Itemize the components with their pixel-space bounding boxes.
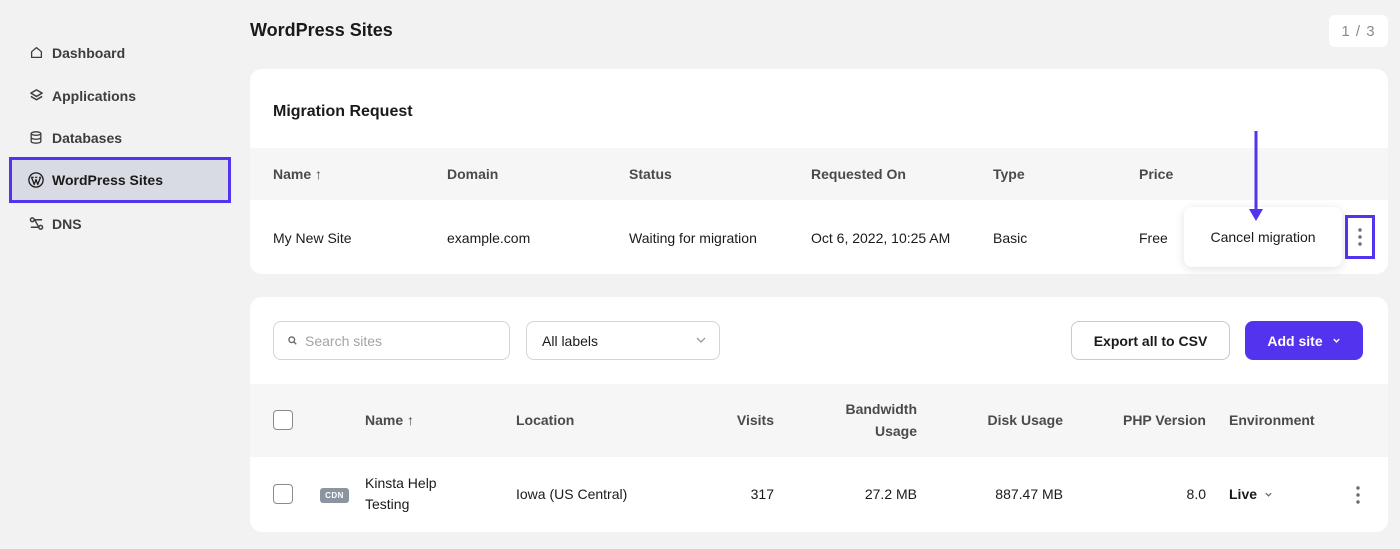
export-csv-button[interactable]: Export all to CSV: [1071, 321, 1230, 360]
migration-request-card: Migration Request Name ↑ Domain Status R…: [250, 69, 1388, 274]
sidebar-item-label: Dashboard: [52, 44, 126, 61]
row-checkbox[interactable]: [273, 484, 293, 504]
search-input[interactable]: [305, 332, 495, 349]
sites-table-header: [250, 384, 1388, 457]
site-bandwidth: 27.2 MB: [864, 486, 917, 502]
site-name-line1[interactable]: Kinsta Help: [365, 475, 437, 491]
column-header-name[interactable]: Name ↑: [365, 412, 414, 428]
site-name-line2[interactable]: Testing: [365, 496, 409, 512]
labels-filter-select[interactable]: All labels: [526, 321, 720, 360]
search-field[interactable]: [273, 321, 510, 360]
wordpress-icon: [28, 172, 44, 188]
site-location: Iowa (US Central): [516, 486, 628, 502]
sidebar-item-dns[interactable]: DNS: [10, 202, 230, 245]
migration-type: Basic: [993, 230, 1028, 246]
dns-icon: [28, 216, 44, 232]
kebab-icon: [1358, 228, 1362, 246]
home-icon: [28, 45, 44, 61]
migration-title: Migration Request: [273, 103, 413, 120]
column-header-type: Type: [993, 166, 1025, 182]
migration-status: Waiting for migration: [629, 230, 757, 246]
sidebar: Dashboard Applications Databases WordPre…: [0, 0, 240, 549]
column-header-requested-on: Requested On: [811, 166, 906, 182]
chevron-down-icon: [1332, 338, 1340, 343]
add-site-button[interactable]: Add site: [1245, 321, 1363, 360]
environment-value: Live: [1229, 486, 1258, 502]
site-visits: 317: [750, 486, 774, 502]
migration-price: Free: [1139, 230, 1168, 246]
sites-list-card: All labels Export all to CSV Add site Na…: [250, 297, 1388, 532]
chevron-down-icon: [1265, 492, 1272, 497]
sidebar-item-applications[interactable]: Applications: [10, 74, 230, 117]
migration-row-menu-button[interactable]: [1345, 215, 1375, 259]
sidebar-item-dashboard[interactable]: Dashboard: [10, 31, 230, 74]
site-row-menu-button[interactable]: [1350, 485, 1366, 505]
layers-icon: [28, 88, 44, 104]
migration-site-name: My New Site: [273, 230, 352, 246]
labels-filter-value: All labels: [542, 332, 599, 349]
search-icon: [288, 336, 297, 345]
site-php-version: 8.0: [1186, 486, 1206, 502]
add-site-label: Add site: [1267, 332, 1323, 349]
environment-select[interactable]: Live: [1229, 486, 1273, 502]
database-icon: [28, 130, 44, 146]
kebab-icon: [1356, 486, 1360, 504]
column-header-disk-usage: Disk Usage: [987, 412, 1063, 428]
migration-requested-on: Oct 6, 2022, 10:25 AM: [811, 230, 951, 246]
sidebar-item-label: WordPress Sites: [52, 172, 164, 188]
annotation-arrow-icon: [1249, 131, 1263, 221]
sidebar-item-label: Databases: [52, 129, 123, 146]
page-title: WordPress Sites: [250, 20, 393, 40]
sidebar-item-label: DNS: [52, 215, 82, 232]
column-header-location: Location: [516, 412, 575, 428]
column-header-visits: Visits: [736, 412, 774, 428]
sidebar-item-databases[interactable]: Databases: [10, 116, 230, 159]
column-header-name[interactable]: Name ↑: [273, 166, 322, 182]
column-header-php-version: PHP Version: [1122, 412, 1206, 428]
column-header-domain: Domain: [447, 166, 499, 182]
column-header-environment: Environment: [1229, 412, 1315, 428]
sidebar-item-label: Applications: [52, 87, 137, 104]
sidebar-item-wordpress-sites[interactable]: WordPress Sites: [9, 157, 231, 203]
column-header-bandwidth-line2: Usage: [874, 423, 917, 439]
column-header-price: Price: [1139, 166, 1174, 182]
pagination-indicator[interactable]: 1 / 3: [1329, 15, 1388, 47]
column-header-status: Status: [629, 166, 672, 182]
migration-domain: example.com: [447, 230, 531, 246]
site-disk-usage: 887.47 MB: [995, 486, 1063, 502]
chevron-down-icon: [696, 337, 706, 343]
select-all-checkbox[interactable]: [273, 410, 293, 430]
column-header-bandwidth-line1: Bandwidth: [845, 401, 917, 417]
cdn-badge: CDN: [320, 488, 349, 503]
